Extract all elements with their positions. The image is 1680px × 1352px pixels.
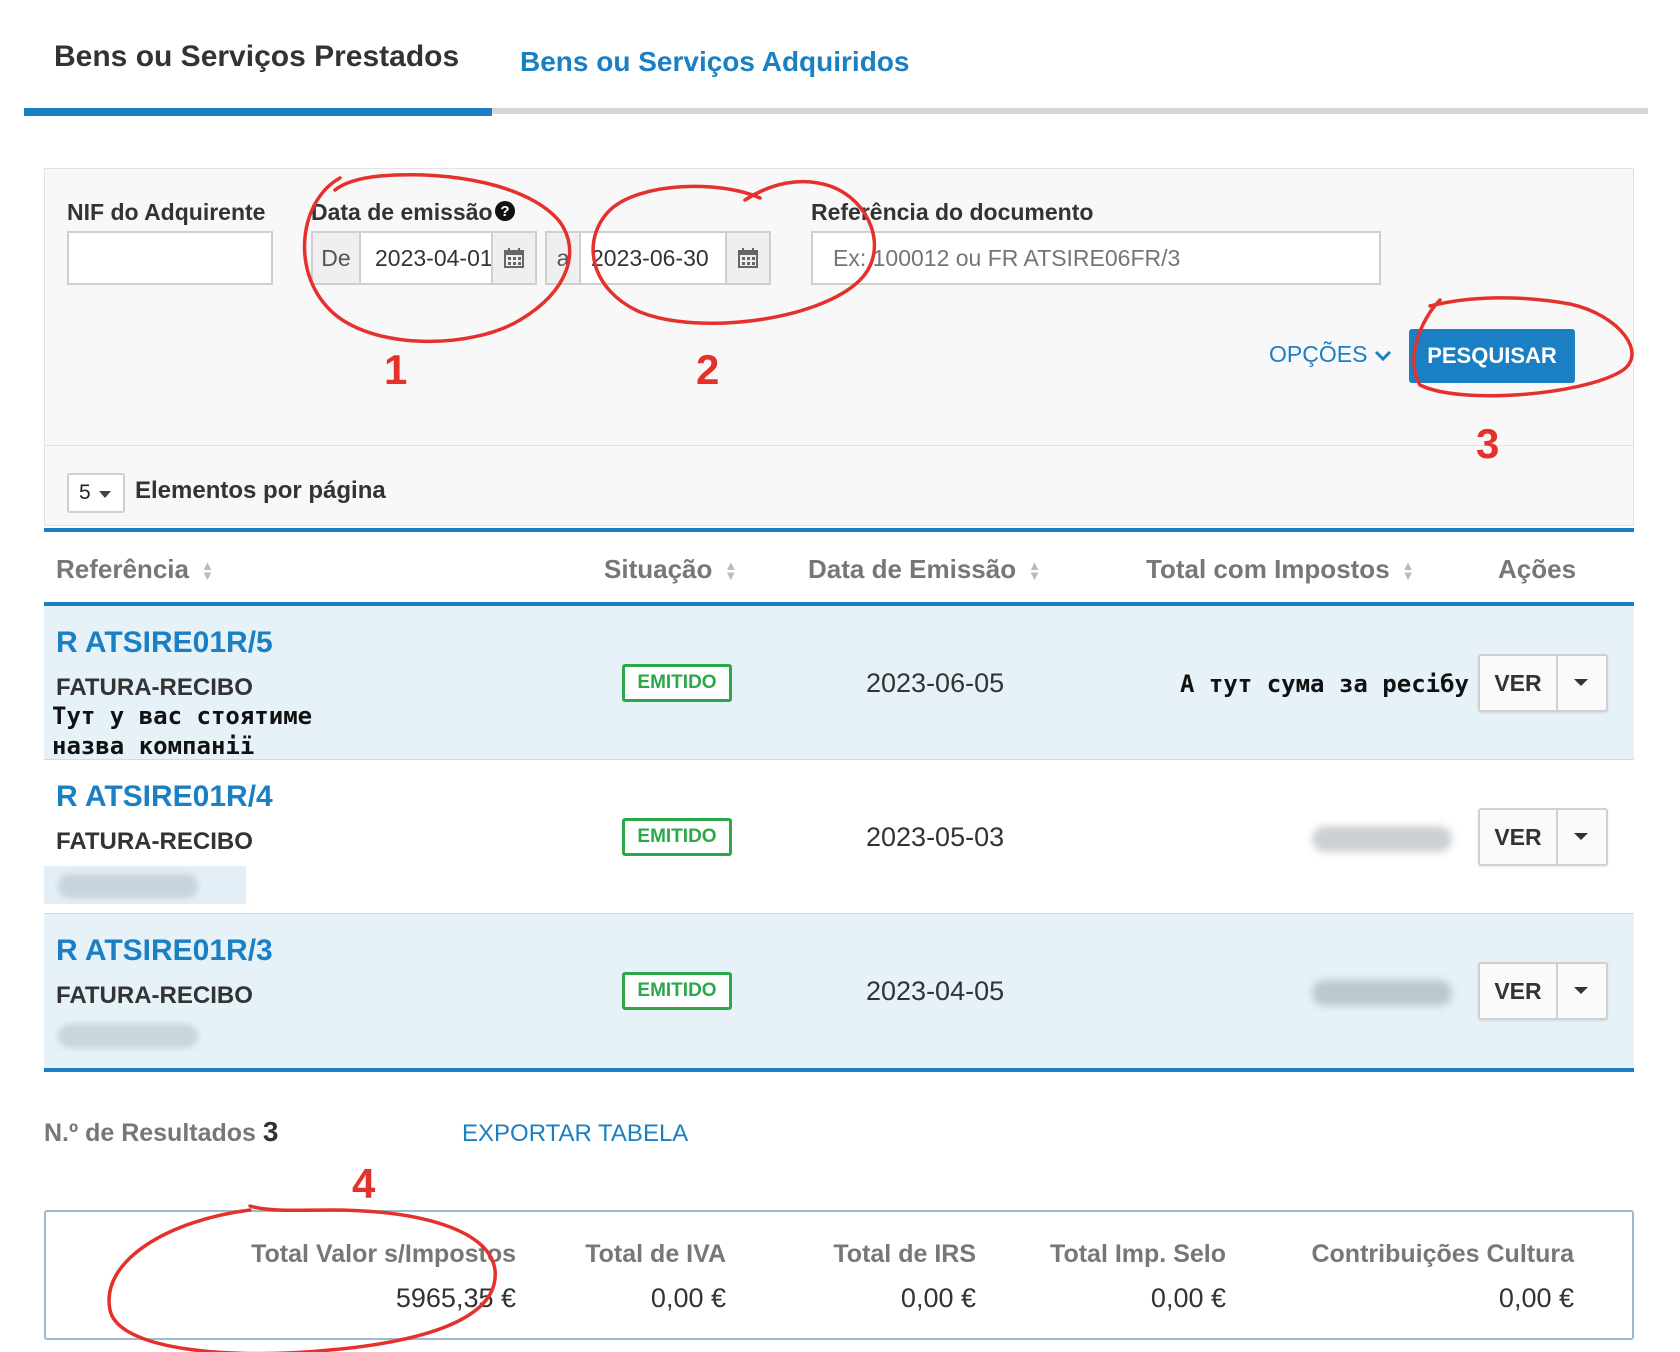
tab-bens-servicos-adquiridos[interactable]: Bens ou Serviços Adquiridos: [520, 46, 909, 78]
redacted-company: [58, 1024, 198, 1048]
options-label: OPÇÕES: [1269, 341, 1368, 367]
ref-label: Referência do documento: [811, 199, 1094, 225]
ver-button[interactable]: VER: [1480, 656, 1558, 710]
table-row: R ATSIRE01R/4 FATURA-RECIBO EMITIDO 2023…: [44, 760, 1634, 914]
row-doc-type: FATURA-RECIBO: [56, 674, 253, 701]
table-row: R ATSIRE01R/3 FATURA-RECIBO EMITIDO 2023…: [44, 914, 1634, 1068]
nif-label: NIF do Adquirente: [67, 199, 266, 225]
table-header: Referência ▲ ▼ Situação ▲ ▼ Data de Emissão ▲…: [44, 528, 1634, 606]
ver-button[interactable]: VER: [1480, 964, 1558, 1018]
annotation-number-2: 2: [696, 346, 720, 393]
date-from-input[interactable]: De 2023-04-01: [311, 231, 537, 285]
ref-input[interactable]: [811, 231, 1381, 285]
row-date: 2023-05-03: [866, 822, 1005, 852]
caret-down-icon[interactable]: [1556, 964, 1606, 1018]
row-date: 2023-04-05: [866, 976, 1005, 1006]
row-reference-link[interactable]: R ATSIRE01R/5: [56, 626, 273, 660]
results-count: N.º de Resultados 3: [44, 1116, 279, 1147]
col-situacao[interactable]: Situação ▲ ▼: [604, 554, 737, 585]
ver-button-group: VER: [1478, 962, 1608, 1020]
ver-button-group: VER: [1478, 654, 1608, 712]
sort-icon: ▲ ▼: [200, 558, 214, 584]
table-bottom-border: [44, 1068, 1634, 1072]
redacted-company: [44, 866, 246, 904]
row-doc-type: FATURA-RECIBO: [56, 982, 253, 1009]
sort-icon: ▲ ▼: [724, 558, 738, 584]
totals-panel: Total Valor s/Impostos 5965,35 € Total d…: [44, 1210, 1634, 1340]
row-reference-link[interactable]: R ATSIRE01R/3: [56, 934, 273, 968]
filter-panel: NIF do Adquirente Data de emissão ? De 2…: [44, 168, 1634, 526]
status-badge: EMITIDO: [622, 818, 732, 856]
col-total-impostos[interactable]: Total com Impostos ▲ ▼: [1146, 554, 1415, 585]
tabs-bar: Bens ou Serviços Prestados Bens ou Servi…: [24, 0, 1648, 116]
calendar-icon[interactable]: [491, 233, 535, 283]
company-note-line2: назва компанії: [52, 732, 255, 760]
sort-icon: ▲ ▼: [1028, 558, 1041, 584]
row-date: 2023-06-05: [866, 668, 1005, 698]
col-acoes: Ações: [1498, 554, 1577, 584]
redacted-amount: [1312, 826, 1452, 852]
status-badge: EMITIDO: [622, 972, 732, 1010]
row-reference-link[interactable]: R ATSIRE01R/4: [56, 780, 273, 814]
tab-bens-servicos-prestados[interactable]: Bens ou Serviços Prestados: [54, 40, 459, 74]
options-toggle[interactable]: OPÇÕES: [1269, 341, 1392, 369]
company-note-line1: Тут у вас стоятиме: [52, 702, 313, 730]
date-from-value: 2023-04-01: [375, 244, 493, 271]
status-badge: EMITIDO: [622, 664, 732, 702]
total-contribuicoes-cultura: Contribuições Cultura 0,00 €: [1311, 1240, 1574, 1313]
date-from-prefix: De: [313, 233, 361, 283]
col-data-emissao[interactable]: Data de Emissão ▲ ▼: [808, 554, 1041, 585]
caret-down-icon: [98, 481, 111, 505]
date-to-value: 2023-06-30: [591, 244, 709, 271]
search-button[interactable]: PESQUISAR: [1409, 329, 1575, 383]
chevron-down-icon: [1374, 342, 1392, 369]
annotation-number-1: 1: [384, 346, 408, 393]
sort-icon: ▲ ▼: [1401, 558, 1415, 584]
date-to-prefix: a: [547, 233, 581, 283]
total-irs: Total de IRS 0,00 €: [833, 1240, 976, 1313]
total-valor-sem-impostos: Total Valor s/Impostos 5965,35 €: [251, 1240, 516, 1313]
date-to-input[interactable]: a 2023-06-30: [545, 231, 771, 285]
caret-down-icon[interactable]: [1556, 656, 1606, 710]
export-table-link[interactable]: EXPORTAR TABELA: [462, 1120, 688, 1148]
total-iva: Total de IVA 0,00 €: [585, 1240, 726, 1313]
total-imp-selo: Total Imp. Selo 0,00 €: [1050, 1240, 1226, 1313]
calendar-icon[interactable]: [725, 233, 769, 283]
per-page-select[interactable]: 5: [67, 473, 125, 513]
annotation-number-3: 3: [1476, 420, 1500, 467]
tab-active-indicator: [24, 108, 492, 116]
ver-button[interactable]: VER: [1480, 810, 1558, 864]
per-page-label: Elementos por página: [135, 477, 386, 504]
amount-note: А тут сума за ресібу: [1180, 670, 1469, 698]
col-referencia[interactable]: Referência ▲ ▼: [56, 554, 214, 585]
date-label: Data de emissão: [311, 199, 493, 225]
help-icon[interactable]: ?: [495, 201, 515, 221]
row-doc-type: FATURA-RECIBO: [56, 828, 253, 855]
redacted-amount: [1312, 980, 1452, 1006]
caret-down-icon[interactable]: [1556, 810, 1606, 864]
panel-divider: [45, 445, 1633, 446]
annotation-number-4: 4: [352, 1160, 376, 1207]
ver-button-group: VER: [1478, 808, 1608, 866]
nif-input[interactable]: [67, 231, 273, 285]
